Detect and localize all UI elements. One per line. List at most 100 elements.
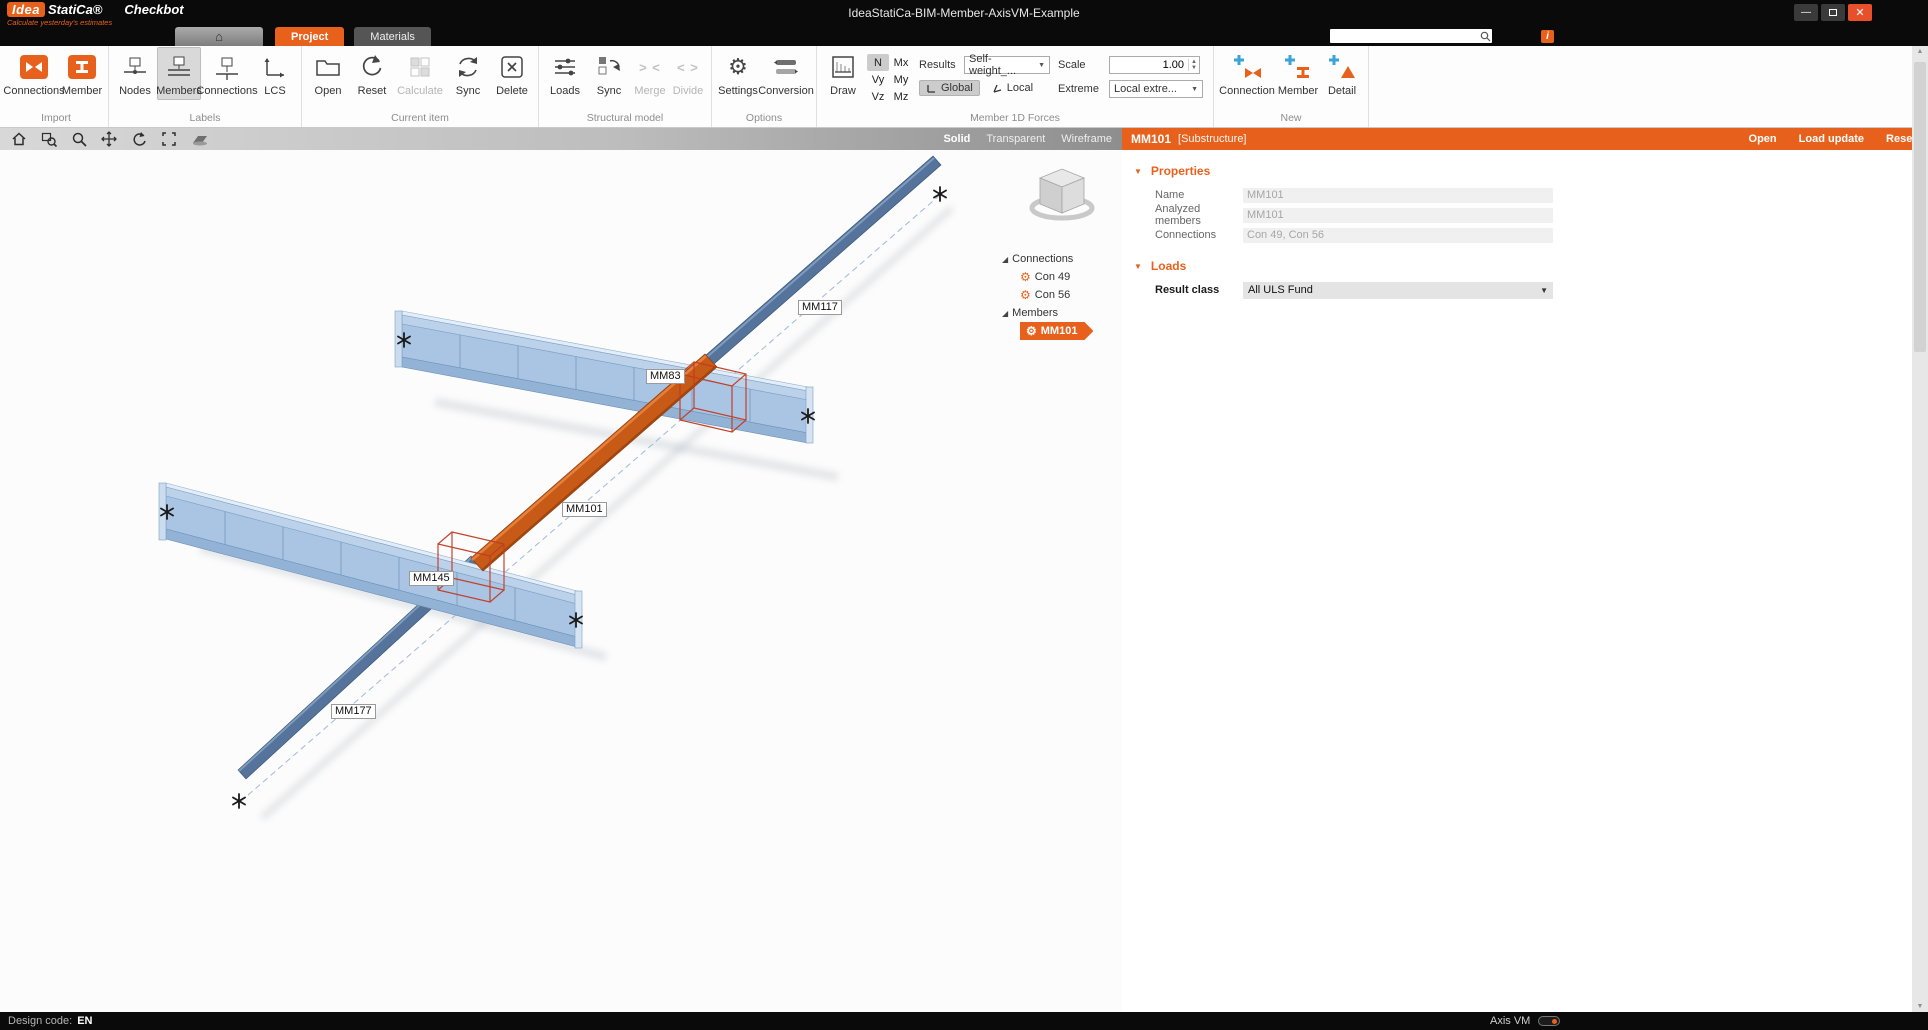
divide-button[interactable]: < > Divide xyxy=(669,47,707,100)
section-properties[interactable]: ▼ Properties xyxy=(1122,158,1928,185)
view-home-button[interactable] xyxy=(10,130,28,148)
lcs-axes-icon xyxy=(260,52,290,82)
window-title: IdeaStatiCa-BIM-Member-AxisVM-Example xyxy=(0,6,1928,20)
extreme-dropdown[interactable]: Local extre... ▼ xyxy=(1109,80,1203,98)
beam-label-mm117[interactable]: MM117 xyxy=(798,300,842,315)
connection-gear-icon: ⚙ xyxy=(1020,289,1031,301)
toggle-force-vz[interactable]: Vz xyxy=(867,88,889,105)
zoom-window-button[interactable] xyxy=(40,130,58,148)
beam-label-mm145[interactable]: MM145 xyxy=(409,571,454,586)
bim-link-toggle-icon[interactable] xyxy=(1538,1016,1560,1026)
search-box[interactable] xyxy=(1330,29,1492,43)
tree-node-con-56[interactable]: ⚙ Con 56 xyxy=(1002,286,1093,304)
toggle-force-n[interactable]: N xyxy=(867,54,889,71)
toggle-force-mx[interactable]: Mx xyxy=(889,54,913,71)
tab-materials[interactable]: Materials xyxy=(354,27,431,46)
calculate-button[interactable]: Calculate xyxy=(394,47,446,100)
sync-current-button[interactable]: Sync xyxy=(446,47,490,100)
clipping-plane-button[interactable] xyxy=(190,130,208,148)
tree-node-connections[interactable]: ◢ Connections xyxy=(1002,250,1093,268)
tree-expander-icon[interactable]: ◢ xyxy=(1002,309,1008,318)
conversion-button[interactable]: Conversion xyxy=(760,47,812,100)
3d-scene[interactable] xyxy=(0,150,1122,1012)
tab-home[interactable]: ⌂ xyxy=(175,27,263,46)
analyzed-members-field[interactable]: MM101 xyxy=(1243,208,1553,223)
import-connections-button[interactable]: Connections xyxy=(8,47,60,100)
scroll-up-icon[interactable]: ▲ xyxy=(1917,48,1924,55)
labels-members-button[interactable]: Members xyxy=(157,47,201,100)
scale-input[interactable] xyxy=(1110,59,1188,71)
sync-model-button[interactable]: Sync xyxy=(587,47,631,100)
toggle-force-mz[interactable]: Mz xyxy=(889,88,913,105)
ribbon-group-label: Member 1D Forces xyxy=(821,111,1209,127)
import-member-button[interactable]: Member xyxy=(60,47,104,100)
draw-forces-button[interactable]: Draw xyxy=(821,47,865,100)
tree-node-mm101-selected[interactable]: ⚙ MM101 xyxy=(1020,322,1093,340)
new-member-button[interactable]: Member xyxy=(1276,47,1320,100)
reset-view-button[interactable]: Reset xyxy=(350,47,394,100)
labels-nodes-button[interactable]: Nodes xyxy=(113,47,157,100)
chevron-down-icon: ▼ xyxy=(1191,86,1198,93)
maximize-button[interactable] xyxy=(1821,4,1845,21)
pan-button[interactable] xyxy=(100,130,118,148)
delete-button[interactable]: Delete xyxy=(490,47,534,100)
rotate-button[interactable] xyxy=(130,130,148,148)
beam-label-mm177[interactable]: MM177 xyxy=(331,704,376,719)
local-axes-button[interactable]: Local xyxy=(985,80,1040,96)
connections-field[interactable]: Con 49, Con 56 xyxy=(1243,228,1553,243)
maximize-icon xyxy=(1829,9,1837,16)
close-button[interactable]: ✕ xyxy=(1848,4,1872,21)
reset-icon xyxy=(357,52,387,82)
tab-project[interactable]: Project xyxy=(275,27,344,46)
new-detail-button[interactable]: Detail xyxy=(1320,47,1364,100)
global-axes-button[interactable]: Global xyxy=(919,80,980,96)
collapse-triangle-icon[interactable]: ▼ xyxy=(1134,167,1142,176)
ribbon-button-label: Connections xyxy=(196,85,257,97)
search-input[interactable] xyxy=(1330,30,1478,42)
info-button[interactable]: i xyxy=(1541,30,1554,43)
beam-label-mm83[interactable]: MM83 xyxy=(646,369,685,384)
settings-button[interactable]: ⚙ Settings xyxy=(716,47,760,100)
loads-button[interactable]: Loads xyxy=(543,47,587,100)
collapse-triangle-icon[interactable]: ▼ xyxy=(1134,262,1142,271)
scroll-down-icon[interactable]: ▼ xyxy=(1917,1003,1924,1010)
scrollbar-thumb[interactable] xyxy=(1914,62,1926,352)
connection-gear-icon: ⚙ xyxy=(1020,271,1031,283)
zoom-fit-button[interactable] xyxy=(160,130,178,148)
zoom-button[interactable] xyxy=(70,130,88,148)
minimize-button[interactable]: — xyxy=(1794,4,1818,21)
panel-open-button[interactable]: Open xyxy=(1749,133,1777,145)
ribbon-button-label: Nodes xyxy=(119,85,151,97)
merge-button[interactable]: > < Merge xyxy=(631,47,669,100)
beam-label-mm101[interactable]: MM101 xyxy=(562,502,607,517)
spinner-down-icon[interactable]: ▼ xyxy=(1191,65,1197,71)
panel-header: MM101 [Substructure] Open Load update Re… xyxy=(1122,128,1928,150)
connections-label-icon xyxy=(212,52,242,82)
tree-node-con-49[interactable]: ⚙ Con 49 xyxy=(1002,268,1093,286)
search-icon[interactable] xyxy=(1478,30,1492,42)
view-mode-solid[interactable]: Solid xyxy=(943,133,970,145)
new-connection-button[interactable]: Connection xyxy=(1218,47,1276,100)
results-dropdown[interactable]: Self-weight_... ▼ xyxy=(964,56,1050,74)
name-field[interactable]: MM101 xyxy=(1243,188,1553,203)
view-mode-transparent[interactable]: Transparent xyxy=(986,133,1045,145)
scale-spinner[interactable]: ▲▼ xyxy=(1188,59,1199,71)
tree-node-members[interactable]: ◢ Members xyxy=(1002,304,1093,322)
view-mode-wireframe[interactable]: Wireframe xyxy=(1061,133,1112,145)
3d-viewport[interactable]: MM117 MM83 MM101 MM145 MM177 ◢ Connectio… xyxy=(0,150,1122,1012)
panel-load-update-button[interactable]: Load update xyxy=(1799,133,1864,145)
section-loads[interactable]: ▼ Loads xyxy=(1122,253,1928,280)
labels-lcs-button[interactable]: LCS xyxy=(253,47,297,100)
tree-expander-icon[interactable]: ◢ xyxy=(1002,255,1008,264)
toggle-force-vy[interactable]: Vy xyxy=(867,71,889,88)
results-label: Results xyxy=(919,59,959,71)
open-button[interactable]: Open xyxy=(306,47,350,100)
labels-connections-button[interactable]: Connections xyxy=(201,47,253,100)
vertical-scrollbar[interactable]: ▲ ▼ xyxy=(1912,46,1928,1012)
navigation-cube[interactable] xyxy=(1032,169,1092,218)
result-class-dropdown[interactable]: All ULS Fund ▼ xyxy=(1243,282,1553,299)
toggle-force-my[interactable]: My xyxy=(889,71,913,88)
beam-mm117[interactable] xyxy=(706,156,941,364)
beam-mm145[interactable] xyxy=(159,483,582,648)
ribbon-button-label: Reset xyxy=(358,85,387,97)
